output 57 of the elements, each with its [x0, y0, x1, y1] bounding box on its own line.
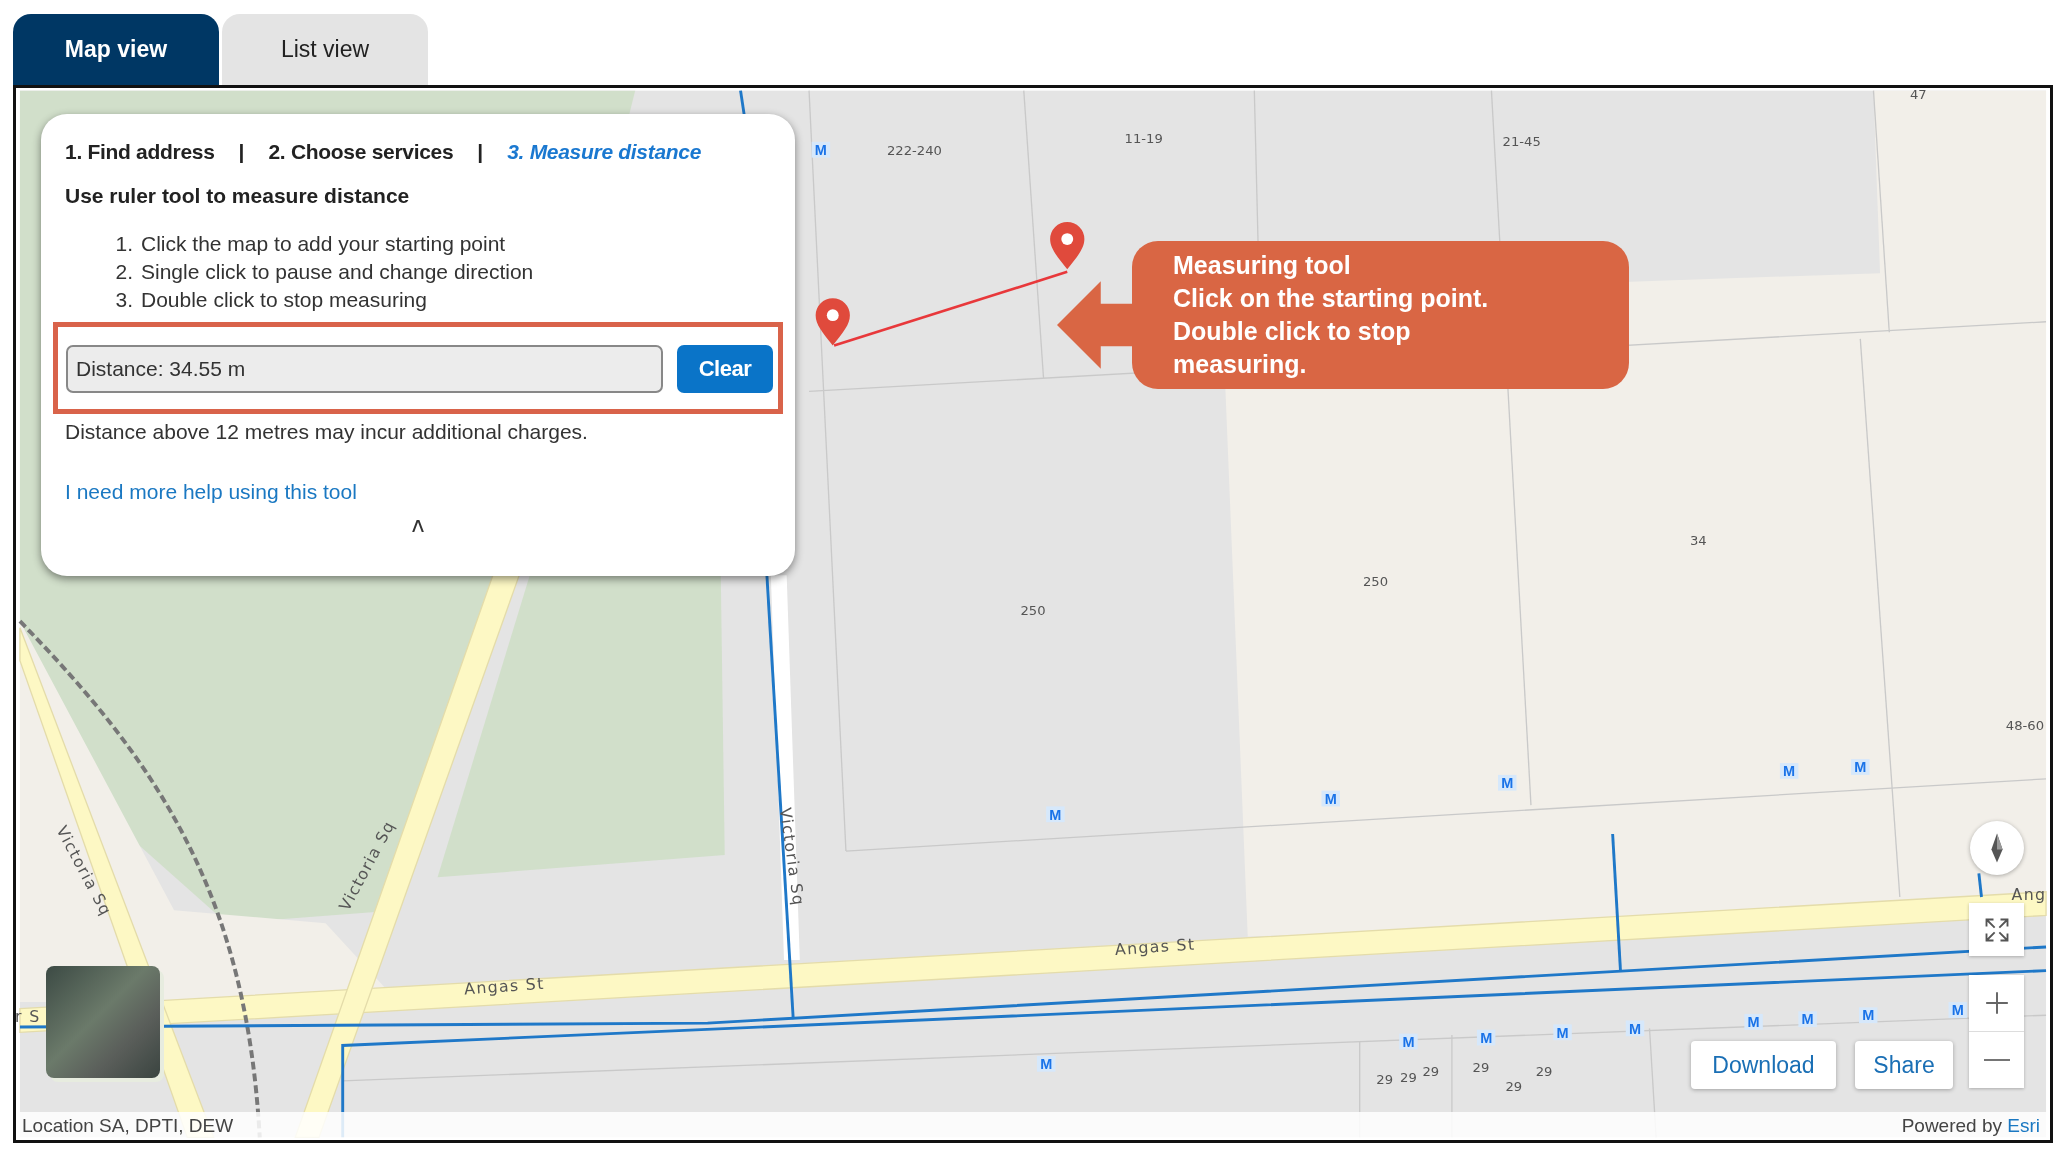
parcel-label: 29 — [1400, 1070, 1417, 1086]
parcel-label: 48-60 — [2005, 718, 2045, 734]
view-tab[interactable]: List view — [222, 14, 428, 85]
fullscreen-button[interactable] — [1969, 903, 2024, 956]
street-label: Angas St — [463, 973, 546, 999]
callout-text: Measuring tool — [1173, 250, 1352, 281]
instruction-text: Single click to pause and change direction — [141, 259, 534, 285]
map-pin-icon — [1050, 222, 1085, 270]
powered-by-text: Powered by — [1901, 1115, 2002, 1136]
parcel-label: 250 — [1020, 602, 1046, 618]
parcel-label: 21-45 — [1502, 133, 1541, 149]
parcel-label: 29 — [1505, 1079, 1523, 1095]
plus-icon — [1983, 990, 2010, 1016]
parcel-label: 250 — [1362, 573, 1389, 589]
step-number: 1. — [114, 231, 133, 257]
meter-marker: M — [1798, 1011, 1817, 1028]
parcel-label: 11-19 — [1124, 131, 1163, 147]
parcel-label: 47 — [1909, 88, 1927, 102]
callout-text: Double click to stop measuring. — [1173, 316, 1412, 380]
step-number: 3. — [114, 287, 133, 313]
step-number: 2. — [114, 259, 133, 285]
parcel-label: 29 — [1376, 1071, 1394, 1087]
download-button[interactable]: Download — [1691, 1041, 1836, 1089]
callout-text: Click on the starting point. — [1173, 283, 1490, 314]
step-separator: | — [477, 140, 484, 164]
minus-icon — [1983, 1059, 2010, 1061]
clear-button[interactable]: Clear — [677, 345, 773, 393]
charges-note: Distance above 12 metres may incur additional charges. — [65, 420, 589, 444]
zoom-in-button[interactable] — [1969, 975, 2024, 1031]
map-pin-icon — [815, 298, 850, 346]
step-separator: | — [238, 140, 245, 164]
parcel-label: 222-240 — [886, 143, 942, 158]
compass-icon — [1989, 832, 2005, 864]
street-label: Angas St — [1114, 934, 1196, 959]
street-label: r S — [16, 1006, 41, 1026]
parcel-label: 29 — [1535, 1063, 1553, 1079]
panel-heading: Use ruler tool to measure distance — [65, 184, 411, 208]
meter-marker: M — [1553, 1024, 1572, 1041]
provider-link[interactable]: Esri — [2007, 1115, 2040, 1136]
street-label: Victoria Sq — [775, 806, 809, 908]
distance-field[interactable]: Distance: 34.55 m — [66, 345, 663, 393]
instruction-text: Click the map to add your starting point — [141, 231, 506, 257]
step-link[interactable]: 2. Choose services — [268, 140, 454, 164]
step-link[interactable]: 3. Measure distance — [507, 140, 702, 164]
help-link[interactable]: I need more help using this tool — [65, 480, 357, 504]
collapse-toggle[interactable]: ʌ — [405, 512, 431, 537]
step-link[interactable]: 1. Find address — [65, 140, 215, 164]
parcel-label: 29 — [1422, 1063, 1440, 1079]
meter-marker: M — [1851, 759, 1870, 776]
meter-marker: M — [1046, 806, 1065, 823]
attribution-sources: Location SA, DPTI, DEW — [22, 1115, 234, 1137]
parcel-label: 29 — [1472, 1059, 1490, 1075]
parcel-label: 34 — [1689, 533, 1707, 549]
share-button[interactable]: Share — [1855, 1041, 1953, 1089]
street-label: Ang — [2011, 884, 2047, 904]
view-tab[interactable]: Map view — [13, 14, 219, 85]
instruction-text: Double click to stop measuring — [141, 287, 427, 313]
